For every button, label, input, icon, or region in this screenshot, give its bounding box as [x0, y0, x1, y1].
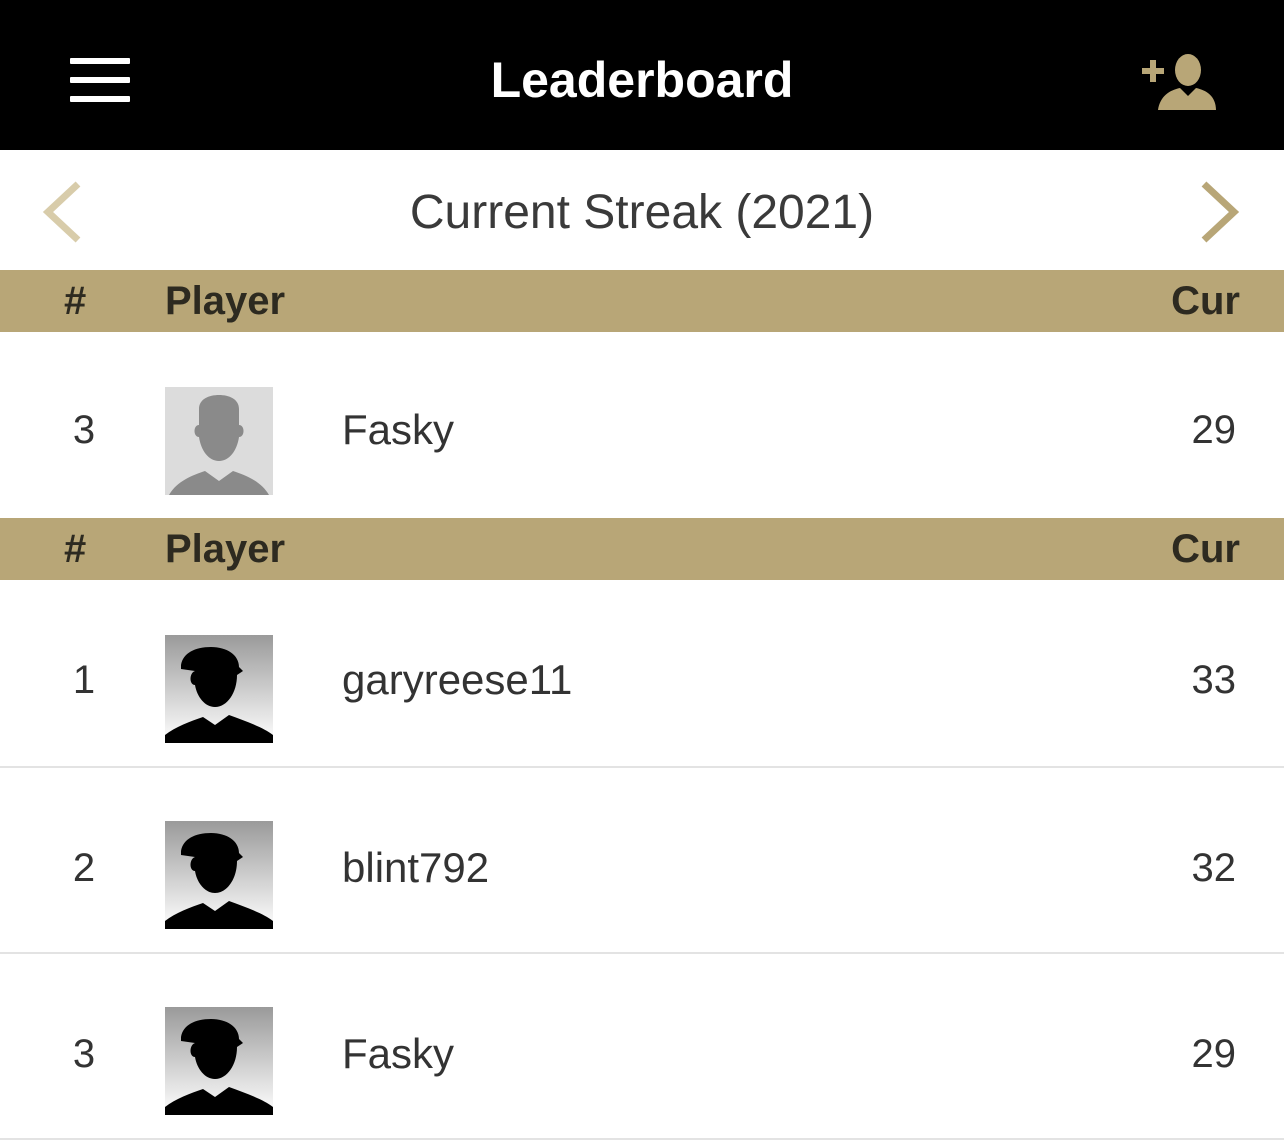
chevron-right-icon[interactable]	[1198, 180, 1242, 244]
top-nav-bar: Leaderboard	[0, 0, 1284, 150]
column-rank-header: #	[64, 527, 87, 571]
leaderboard-title: Current Streak (2021)	[409, 186, 875, 239]
avatar-icon	[165, 1007, 273, 1115]
player-score: 33	[1191, 658, 1237, 702]
rank-number: 2	[72, 846, 96, 890]
player-score: 32	[1191, 846, 1237, 890]
rank-number: 3	[72, 408, 96, 452]
player-score: 29	[1191, 408, 1237, 452]
column-player-header: Player	[165, 527, 286, 571]
rank-number: 3	[72, 1032, 96, 1076]
avatar-placeholder-icon	[165, 387, 273, 495]
page-title: Leaderboard	[490, 52, 794, 108]
player-name: garyreese11	[342, 656, 573, 703]
table-header: # Player Cur	[0, 518, 1284, 580]
rank-number: 1	[72, 658, 96, 702]
column-score-header: Cur	[1171, 527, 1240, 571]
column-score-header: Cur	[1171, 279, 1240, 323]
column-player-header: Player	[165, 279, 286, 323]
table-header: # Player Cur	[0, 270, 1284, 332]
add-user-icon[interactable]	[1140, 52, 1218, 112]
table-row[interactable]: 1 garyreese11 33	[0, 580, 1284, 768]
player-name: Fasky	[342, 406, 455, 453]
my-rank-row[interactable]: 3 Fasky 29	[0, 332, 1284, 520]
player-score: 29	[1191, 1032, 1237, 1076]
column-rank-header: #	[64, 279, 87, 323]
table-row[interactable]: 2 blint792 32	[0, 768, 1284, 954]
player-name: blint792	[342, 844, 490, 891]
avatar-icon	[165, 821, 273, 929]
table-row[interactable]: 3 Fasky 29	[0, 954, 1284, 1140]
player-name: Fasky	[342, 1030, 455, 1077]
avatar-icon	[165, 635, 273, 743]
